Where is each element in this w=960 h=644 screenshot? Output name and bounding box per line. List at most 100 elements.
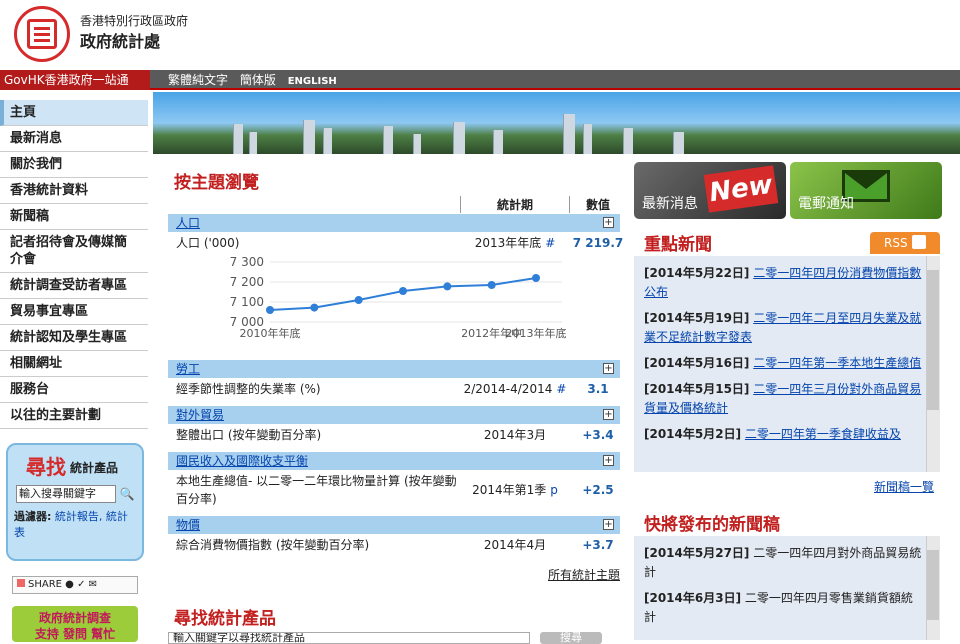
- category-population[interactable]: 人口 +: [168, 214, 620, 232]
- rss-button[interactable]: RSS: [870, 232, 940, 254]
- sidebar-item-press[interactable]: 新聞稿: [0, 204, 148, 230]
- news-date: [2014年5月15日]: [644, 382, 750, 396]
- category-label[interactable]: 國民收入及國際收支平衡: [176, 454, 308, 468]
- survey-promo-banner[interactable]: 政府統計調查 支持 發問 幫忙: [12, 606, 138, 642]
- find-subtitle: 統計產品: [70, 461, 119, 475]
- news-link[interactable]: 二零一四年第一季食肆收益及: [745, 427, 901, 441]
- site-header: 香港特別行政區政府 政府統計處: [0, 0, 960, 70]
- expand-icon[interactable]: +: [603, 519, 614, 530]
- email-notification-tile[interactable]: 電郵通知: [790, 162, 942, 219]
- sidebar-item-briefings[interactable]: 記者招待會及傳媒簡介會: [0, 230, 148, 273]
- list-item: [2014年5月19日] 二零一四年二月至四月失業及就業不足統計數字發表: [634, 309, 940, 354]
- row-period: 2014年4月: [483, 538, 547, 552]
- scrollbar-thumb[interactable]: [927, 550, 939, 620]
- category-prices[interactable]: 物價 +: [168, 516, 620, 534]
- org-name-line2: 政府統計處: [80, 32, 161, 51]
- sidebar-item-hk-stats[interactable]: 香港統計資料: [0, 178, 148, 204]
- lang-traditional-text[interactable]: 繁體純文字: [168, 73, 228, 87]
- sidebar-item-projects[interactable]: 以往的主要計劃: [0, 403, 148, 429]
- row-hash-link[interactable]: #: [556, 382, 566, 396]
- list-item: [2014年5月15日] 二零一四年三月份對外商品貿易貨量及價格統計: [634, 380, 940, 425]
- period-text: 2/2014-4/2014: [463, 382, 553, 396]
- row-label: 本地生產總值- 以二零一二年環比物量計算 (按年變動百分率): [176, 474, 457, 506]
- csd-logo[interactable]: [14, 6, 70, 62]
- lang-simplified[interactable]: 簡体版: [240, 73, 276, 87]
- skyline-image: [153, 114, 960, 154]
- news-scrollbar[interactable]: [926, 256, 940, 472]
- sidebar-item-respondents[interactable]: 統計調查受訪者專區: [0, 273, 148, 299]
- find-input[interactable]: 輸入搜尋關鍵字: [16, 485, 116, 503]
- row-value: 3.1: [587, 382, 609, 396]
- news-link[interactable]: 二零一四年第一季本地生產總值: [753, 356, 921, 370]
- rss-label: RSS: [884, 236, 908, 250]
- period-text: 2014年第1季: [472, 483, 547, 497]
- expand-icon[interactable]: +: [603, 455, 614, 466]
- category-national-income[interactable]: 國民收入及國際收支平衡 +: [168, 452, 620, 470]
- row-period: 2014年3月: [483, 428, 547, 442]
- row-p-link[interactable]: p: [550, 483, 558, 497]
- y-tick-label: 7 300: [230, 255, 264, 269]
- sidebar-item-links[interactable]: 相關網址: [0, 351, 148, 377]
- category-trade[interactable]: 對外貿易 +: [168, 406, 620, 424]
- org-name-line1: 香港特別行政區政府: [80, 14, 189, 28]
- press-release-list-link[interactable]: 新聞稿一覽: [874, 478, 934, 495]
- key-news-title: 重點新聞: [644, 235, 712, 255]
- lang-english[interactable]: ENGLISH: [288, 76, 337, 87]
- skyline-banner: [153, 92, 960, 154]
- expand-icon[interactable]: +: [603, 409, 614, 420]
- filter-row: 過濾器: 統計報告, 統計表: [14, 509, 138, 541]
- sidebar-item-service[interactable]: 服務台: [0, 377, 148, 403]
- row-value: +3.7: [582, 538, 614, 552]
- x-tick-label: 2010年年底: [240, 326, 301, 340]
- news-date: [2014年5月22日]: [644, 266, 750, 280]
- x-tick-label: 2013年年底: [506, 326, 567, 340]
- sidebar-item-about[interactable]: 關於我們: [0, 152, 148, 178]
- expand-icon[interactable]: +: [603, 217, 614, 228]
- row-label: 經季節性調整的失業率 (%): [176, 382, 321, 396]
- category-label[interactable]: 物價: [176, 518, 200, 532]
- row-hash-link[interactable]: #: [545, 236, 555, 250]
- share-button[interactable]: SHARE ● ✓ ✉: [12, 576, 138, 594]
- sidebar-item-home[interactable]: 主頁: [0, 100, 148, 126]
- category-labour[interactable]: 勞工 +: [168, 360, 620, 378]
- find-products-box: 尋找 統計產品 輸入搜尋關鍵字 🔍 過濾器: 統計報告, 統計表: [6, 443, 144, 561]
- col-value: 數值: [585, 198, 610, 212]
- data-point: [443, 282, 452, 291]
- latest-news-tile[interactable]: New 最新消息: [634, 162, 786, 219]
- row-period: 2014年第1季 p: [460, 481, 570, 499]
- search-icon[interactable]: 🔍: [118, 485, 136, 503]
- category-label[interactable]: 對外貿易: [176, 408, 224, 422]
- row-label: 整體出口 (按年變動百分率): [176, 428, 322, 442]
- product-search-button[interactable]: 搜尋: [540, 632, 602, 644]
- upcoming-date: [2014年6月3日]: [644, 591, 742, 605]
- language-bar: GovHK香港政府一站通 繁體純文字 簡体版 ENGLISH: [0, 70, 960, 90]
- sidebar-nav: 主頁 最新消息 關於我們 香港統計資料 新聞稿 記者招待會及傳媒簡介會 統計調查…: [0, 100, 148, 429]
- news-date: [2014年5月16日]: [644, 356, 750, 370]
- y-tick-label: 7 100: [230, 295, 264, 309]
- upcoming-list: [2014年5月27日] 二零一四年四月對外商品貿易統計 [2014年6月3日]…: [634, 536, 940, 640]
- share-label: SHARE: [28, 579, 62, 590]
- row-period: 2/2014-4/2014 #: [460, 380, 570, 398]
- category-label[interactable]: 人口: [176, 216, 200, 230]
- data-point: [399, 287, 407, 295]
- list-item: [2014年5月27日] 二零一四年四月對外商品貿易統計: [634, 544, 940, 589]
- govhk-link[interactable]: GovHK香港政府一站通: [0, 70, 150, 90]
- news-date: [2014年5月19日]: [644, 311, 750, 325]
- scrollbar-thumb[interactable]: [927, 270, 939, 410]
- find-title: 尋找: [26, 455, 66, 479]
- tile-label: 電郵通知: [798, 196, 854, 212]
- filter-label: 過濾器:: [14, 510, 52, 523]
- product-search-input[interactable]: 輸入關鍵字以尋找統計產品: [168, 632, 530, 644]
- sidebar-item-students[interactable]: 統計認知及學生專區: [0, 325, 148, 351]
- y-tick-label: 7 200: [230, 275, 264, 289]
- all-themes-link[interactable]: 所有統計主題: [548, 566, 620, 583]
- language-links: 繁體純文字 簡体版 ENGLISH: [168, 70, 345, 92]
- category-label[interactable]: 勞工: [176, 362, 200, 376]
- sidebar-item-latest[interactable]: 最新消息: [0, 126, 148, 152]
- upcoming-scrollbar[interactable]: [926, 536, 940, 640]
- browse-title: 按主題瀏覽: [174, 173, 259, 193]
- sidebar-item-trade[interactable]: 貿易事宜專區: [0, 299, 148, 325]
- list-item: [2014年6月3日] 二零一四年四月零售業銷貨額統計: [634, 589, 940, 634]
- expand-icon[interactable]: +: [603, 363, 614, 374]
- data-point: [266, 306, 274, 314]
